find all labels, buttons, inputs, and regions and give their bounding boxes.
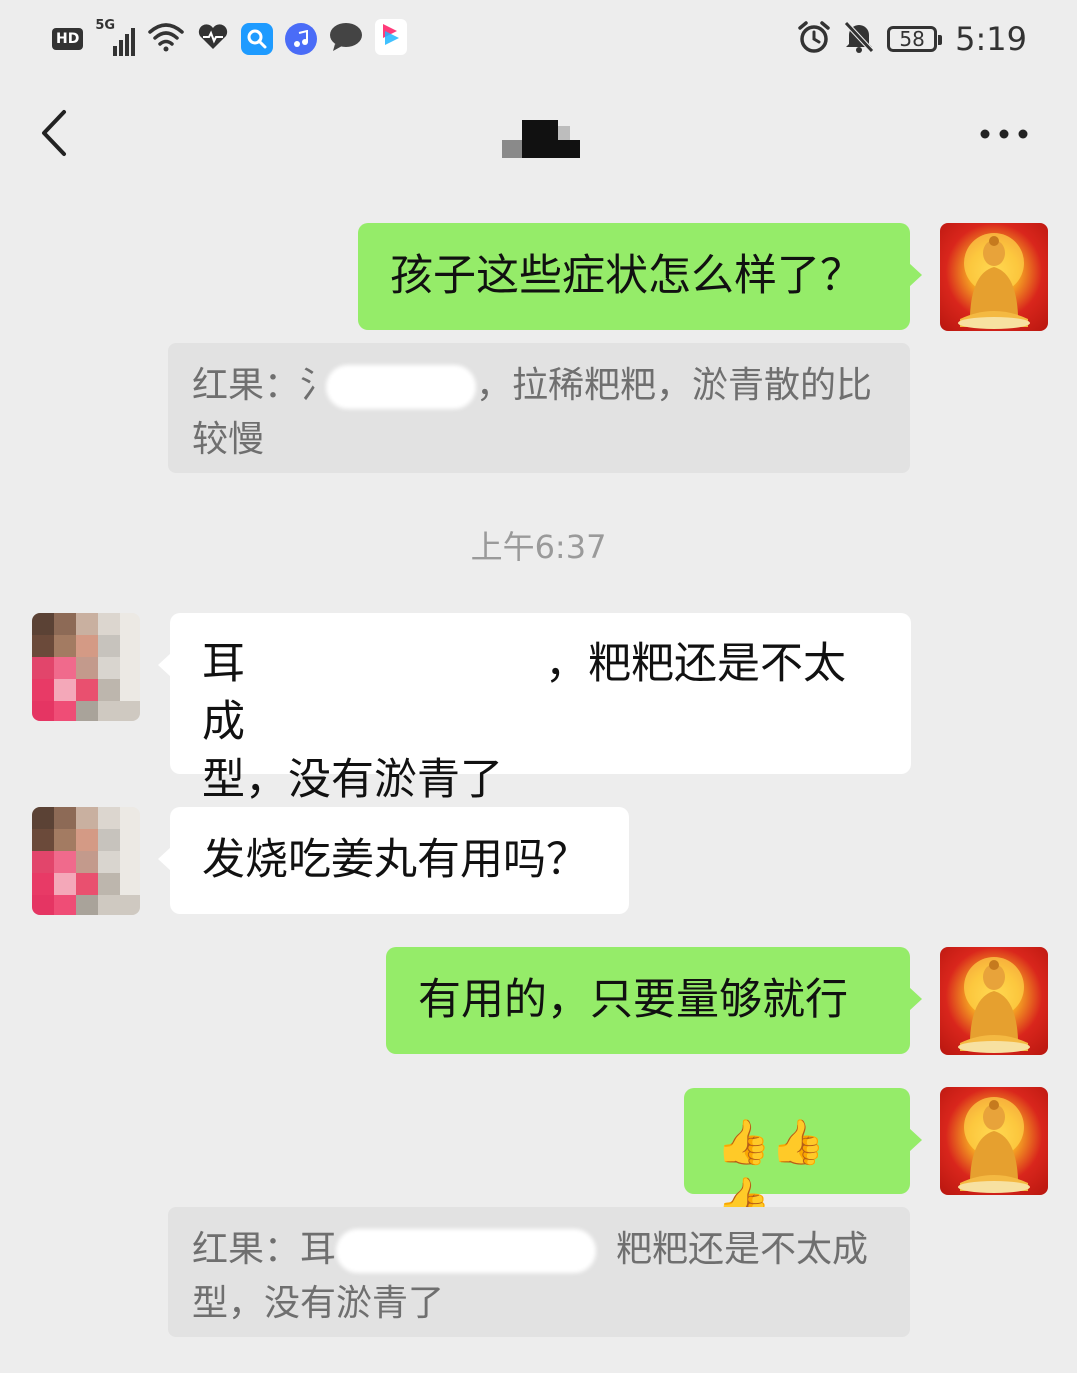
app-icon bbox=[375, 19, 408, 59]
message-text: 有用的，只要量够就行 bbox=[418, 975, 848, 1025]
back-button[interactable] bbox=[34, 108, 74, 158]
my-avatar[interactable] bbox=[940, 223, 1048, 331]
contact-name-redacted bbox=[500, 118, 584, 162]
quote-sender: 红果： bbox=[192, 1229, 301, 1270]
quote-line-1: 红果：耳 粑粑还是不太成 bbox=[192, 1223, 886, 1277]
buddha-avatar-icon bbox=[958, 957, 1030, 1053]
chat-header bbox=[0, 80, 1077, 198]
quote-line-2: 较慢 bbox=[192, 419, 265, 460]
hd-icon: HD bbox=[52, 28, 84, 50]
more-button[interactable] bbox=[979, 126, 1029, 142]
quote-text: ，拉稀粑粑，淤青散的比 bbox=[476, 365, 873, 406]
quoted-message[interactable]: 红果：氵 ，拉稀粑粑，淤青散的比 较慢 bbox=[168, 343, 910, 473]
my-avatar[interactable] bbox=[940, 947, 1048, 1055]
quoted-message[interactable]: 红果：耳 粑粑还是不太成 型，没有淤青了 bbox=[168, 1207, 910, 1337]
my-avatar[interactable] bbox=[940, 1087, 1048, 1195]
buddha-avatar-icon bbox=[958, 1097, 1030, 1193]
redacted-text bbox=[336, 1229, 597, 1273]
message-line-2: 型，没有淤青了 bbox=[202, 755, 503, 805]
redacted-text bbox=[326, 365, 477, 409]
pixelated-avatar-icon bbox=[32, 613, 140, 721]
signal-icon: 5G bbox=[95, 18, 136, 56]
quote-visible-fragment: 耳 bbox=[300, 1229, 337, 1270]
mute-icon bbox=[843, 20, 875, 58]
clock: 5:19 bbox=[955, 20, 1027, 58]
more-dots-icon bbox=[980, 129, 1028, 139]
quote-line-1: 红果：氵 ，拉稀粑粑，淤青散的比 bbox=[192, 359, 886, 413]
timestamp: 上午6:37 bbox=[470, 528, 607, 566]
message-bubble-outgoing[interactable]: 👍👍👍 bbox=[684, 1088, 922, 1226]
status-bar: HD 5G 58 5:19 bbox=[0, 0, 1077, 80]
alarm-icon bbox=[797, 20, 831, 58]
message-bubble-outgoing[interactable]: 孩子这些症状怎么样了？ bbox=[358, 223, 922, 330]
network-type-label: 5G bbox=[95, 18, 116, 33]
health-icon bbox=[197, 23, 229, 55]
pixelated-avatar-icon bbox=[32, 807, 140, 915]
battery-icon: 58 bbox=[887, 26, 943, 52]
message-text: 孩子这些症状怎么样了？ bbox=[390, 251, 863, 301]
buddha-avatar-icon bbox=[958, 233, 1030, 329]
redacted-text bbox=[245, 641, 545, 692]
message-bubble-outgoing[interactable]: 有用的，只要量够就行 bbox=[386, 947, 922, 1054]
message-app-icon bbox=[329, 22, 363, 56]
music-app-icon bbox=[285, 23, 318, 55]
chevron-left-icon bbox=[42, 110, 66, 156]
message-text: 发烧吃姜丸有用吗？ bbox=[202, 835, 589, 885]
battery-level: 58 bbox=[899, 27, 925, 51]
quote-text: 粑粑还是不太成 bbox=[616, 1229, 869, 1270]
search-app-icon bbox=[241, 23, 274, 55]
message-visible-fragment: 耳 bbox=[202, 639, 245, 689]
contact-avatar[interactable] bbox=[32, 613, 140, 721]
status-bar-left: HD 5G bbox=[52, 18, 408, 60]
message-line-1: 耳，粑粑还是不太成 bbox=[202, 635, 879, 751]
message-bubble-incoming[interactable]: 发烧吃姜丸有用吗？ bbox=[158, 807, 629, 914]
contact-avatar[interactable] bbox=[32, 807, 140, 915]
quote-sender: 红果： bbox=[192, 365, 301, 406]
quote-line-2: 型，没有淤青了 bbox=[192, 1283, 445, 1324]
status-bar-right: 58 5:19 bbox=[797, 18, 1027, 60]
wifi-icon bbox=[147, 22, 185, 56]
message-bubble-incoming[interactable]: 耳，粑粑还是不太成 型，没有淤青了 bbox=[158, 613, 911, 805]
